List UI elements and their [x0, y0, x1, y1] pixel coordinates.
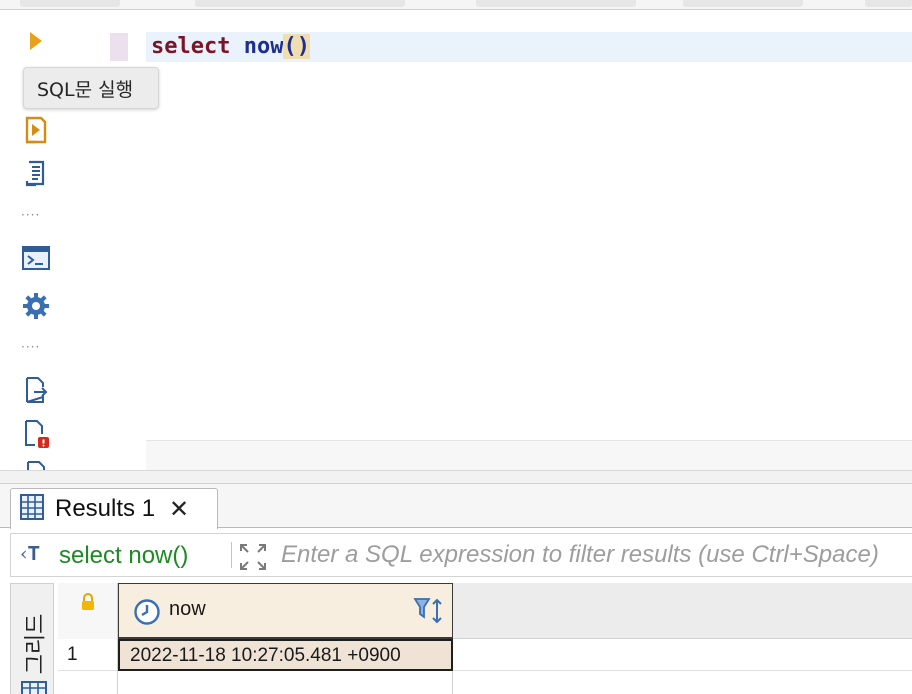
current-line-highlight: select now() [146, 32, 912, 62]
toolbar-separator: ···· [21, 208, 41, 222]
row-number[interactable]: 1 [58, 639, 118, 671]
export-icon[interactable] [20, 374, 52, 406]
lock-icon [80, 593, 96, 639]
sql-keyword: select [151, 34, 231, 59]
tab-results-1[interactable]: Results 1 ✕ [10, 488, 218, 529]
code-text[interactable]: select now() [151, 34, 310, 60]
execute-sql-tooltip: SQL문 실행 [23, 67, 159, 109]
filter-query-text[interactable]: select now() [59, 542, 188, 570]
sql-text-icon: ‹𝐓 [20, 543, 40, 565]
empty-cell [58, 671, 118, 694]
tab-fragment[interactable] [476, 0, 636, 7]
filter-sort-icon[interactable] [412, 596, 446, 630]
grid-view-icon[interactable] [21, 680, 47, 694]
table-cell-now[interactable]: 2022-11-18 10:27:05.481 +0900 [118, 639, 453, 671]
results-tab-bar: Results 1 ✕ [0, 484, 912, 529]
editor-horizontal-scrollbar[interactable] [146, 440, 912, 470]
settings-gear-icon[interactable] [20, 290, 52, 322]
grid-view-label[interactable]: 그리드 [17, 608, 49, 680]
table-grid-icon [19, 493, 45, 525]
column-header-now[interactable]: now [118, 583, 453, 639]
filter-input[interactable] [281, 539, 911, 571]
run-arrow-icon[interactable] [20, 25, 52, 57]
expand-editor-icon[interactable] [237, 541, 269, 573]
results-grid: now 1 2022-11-18 10:27:05.481 +0900 [58, 583, 912, 694]
clock-icon [133, 598, 161, 630]
filter-separator [231, 542, 232, 568]
results-filter-bar: ‹𝐓 select now() [10, 533, 912, 577]
tab-fragment[interactable] [865, 0, 912, 7]
table-row[interactable]: 1 2022-11-18 10:27:05.481 +0900 [58, 639, 912, 671]
next-tool-icon[interactable] [20, 456, 52, 470]
tab-fragment[interactable] [20, 0, 120, 7]
results-tab-label: Results 1 [55, 495, 156, 522]
column-label: now [169, 598, 206, 620]
terminal-icon[interactable] [20, 242, 52, 274]
empty-cell [118, 671, 453, 694]
sql-parens: () [283, 34, 310, 59]
sql-editor[interactable]: select now() [110, 10, 912, 470]
empty-grid-area [58, 671, 912, 694]
grid-view-side-panel: 그리드 [10, 583, 54, 694]
close-icon[interactable]: ✕ [169, 497, 189, 521]
sql-function: now [243, 34, 284, 59]
editor-tab-strip [0, 0, 912, 10]
problem-file-icon[interactable] [20, 418, 52, 450]
row-number-header[interactable] [58, 583, 118, 639]
toolbar-separator: ···· [21, 340, 41, 354]
tab-fragment[interactable] [195, 0, 405, 7]
grid-header-row: now [58, 583, 912, 639]
execute-script-icon[interactable] [20, 158, 52, 190]
gutter-marker [110, 33, 128, 61]
panel-splitter[interactable] [0, 470, 912, 484]
tab-fragment[interactable] [683, 0, 803, 7]
execute-sql-icon[interactable] [20, 114, 52, 146]
